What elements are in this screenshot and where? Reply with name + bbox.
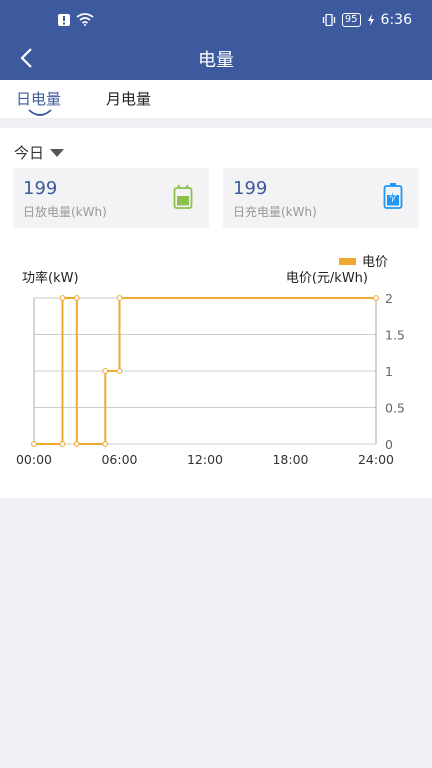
caret-down-icon [50,148,65,157]
discharge-value: 199 [23,178,58,199]
battery-discharge-icon [173,184,193,209]
series-point [102,441,109,447]
charge-card: 199 日充电量(kWh) [223,168,419,228]
legend-label: 电价 [362,255,388,270]
vibrate-icon [322,14,335,26]
y-tick-label: 2 [385,291,393,306]
tab-bar: 日电量 月电量 [0,80,432,118]
series-point [373,295,379,301]
discharge-card: 199 日放电量(kWh) [13,168,209,228]
series-point [73,441,80,447]
price-chart: 0 0.5 1 1.5 2 00:00 06:00 12:00 18:00 24:00 功率(kW)… [16,255,405,467]
status-right: 95 6:36 [322,12,412,28]
wifi-icon [76,13,94,26]
tab-daily[interactable]: 日电量 [16,88,62,116]
alert-icon [58,13,70,26]
tab-active-indicator [28,109,52,116]
series-point [59,295,66,301]
x-tick-label: 00:00 [16,452,52,467]
tab-daily-label: 日电量 [16,90,62,108]
series-point [102,368,109,374]
app-header: 95 6:36 电量 [0,0,432,80]
y-tick-label: 0 [385,437,393,452]
date-dropdown[interactable]: 今日 [14,142,65,163]
status-bar: 95 6:36 [0,0,432,36]
series-point [116,295,123,301]
series-point [31,441,37,447]
x-tick-label: 24:00 [358,452,394,467]
battery-level: 95 [341,13,361,27]
x-tick-label: 06:00 [101,452,137,467]
energy-panel: 今日 199 日放电量(kWh) 199 日充电量(kWh) 0 0.5 1 1.5 2… [0,128,432,498]
tab-monthly-label: 月电量 [106,90,152,108]
series-point [116,368,123,374]
date-dropdown-value: 今日 [14,144,45,162]
legend-swatch [339,258,356,265]
clock: 6:36 [380,12,412,28]
charge-label: 日充电量(kWh) [233,205,317,219]
page-title: 电量 [198,50,234,71]
x-tick-label: 12:00 [187,452,223,467]
y-axis-left-title: 功率(kW) [22,270,79,286]
x-tick-label: 18:00 [272,452,308,467]
tab-monthly[interactable]: 月电量 [106,88,151,109]
charging-icon [367,14,374,26]
y-tick-label: 1.5 [385,328,405,343]
discharge-label: 日放电量(kWh) [23,205,107,219]
y-axis-right-title: 电价(元/kWh) [286,271,368,286]
series-point [73,295,80,301]
series-point [59,441,66,447]
charge-value: 199 [233,178,268,199]
y-tick-label: 1 [385,364,393,379]
status-left-icons [58,13,94,26]
battery-charge-icon [383,183,403,209]
nav-bar: 电量 [0,36,432,80]
y-tick-label: 0.5 [385,401,405,416]
